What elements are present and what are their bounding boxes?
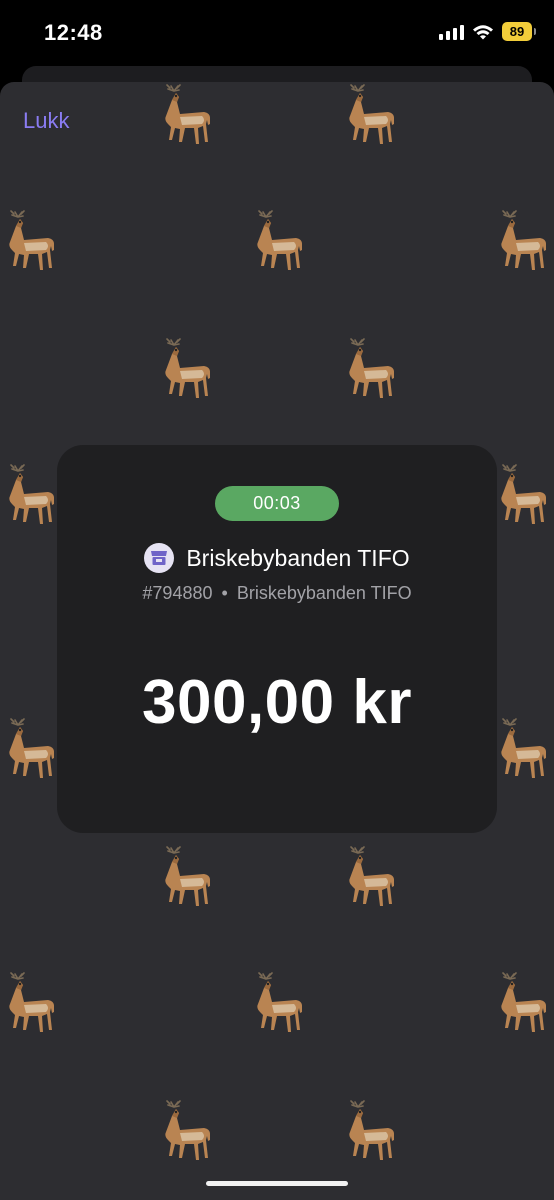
order-id: #794880 <box>142 583 213 603</box>
payment-card: 00:03 Briskebybanden TIFO #794880 • Bris… <box>57 445 497 833</box>
merchant-name: Briskebybanden TIFO <box>186 544 410 571</box>
home-indicator[interactable] <box>206 1181 348 1186</box>
merchant-details: #794880 • Briskebybanden TIFO <box>57 583 497 604</box>
deer-icon <box>8 972 55 1033</box>
merchant-subtitle: Briskebybanden TIFO <box>236 583 412 603</box>
cellular-signal-icon <box>439 24 464 40</box>
status-indicators: 89 <box>439 22 536 41</box>
payment-amount: 300,00 kr <box>142 668 412 737</box>
merchant-row: Briskebybanden TIFO <box>57 543 497 573</box>
deer-icon <box>500 464 547 525</box>
deer-icon <box>8 210 55 271</box>
deer-icon <box>348 846 395 907</box>
deer-icon <box>8 464 55 525</box>
deer-icon <box>8 718 55 779</box>
separator-dot: • <box>221 583 228 603</box>
store-icon <box>144 543 175 573</box>
deer-icon <box>164 1100 211 1161</box>
status-time: 12:48 <box>44 20 103 45</box>
deer-icon <box>500 972 547 1033</box>
deer-icon <box>256 972 303 1033</box>
deer-icon <box>348 338 395 399</box>
close-button[interactable]: Lukk <box>23 108 69 134</box>
status-bar: 12:48 89 <box>0 0 554 70</box>
timer-badge: 00:03 <box>215 486 339 521</box>
deer-icon <box>348 1100 395 1161</box>
deer-icon <box>164 338 211 399</box>
deer-icon <box>256 210 303 271</box>
deer-icon <box>164 846 211 907</box>
wifi-icon <box>473 24 493 39</box>
payment-sheet: Lukk 00:03 Briskebybanden TIFO #794880 •… <box>0 82 554 1200</box>
battery-icon: 89 <box>502 22 536 41</box>
deer-icon <box>348 84 395 145</box>
deer-icon <box>500 210 547 271</box>
deer-icon <box>500 718 547 779</box>
deer-icon <box>164 84 211 145</box>
